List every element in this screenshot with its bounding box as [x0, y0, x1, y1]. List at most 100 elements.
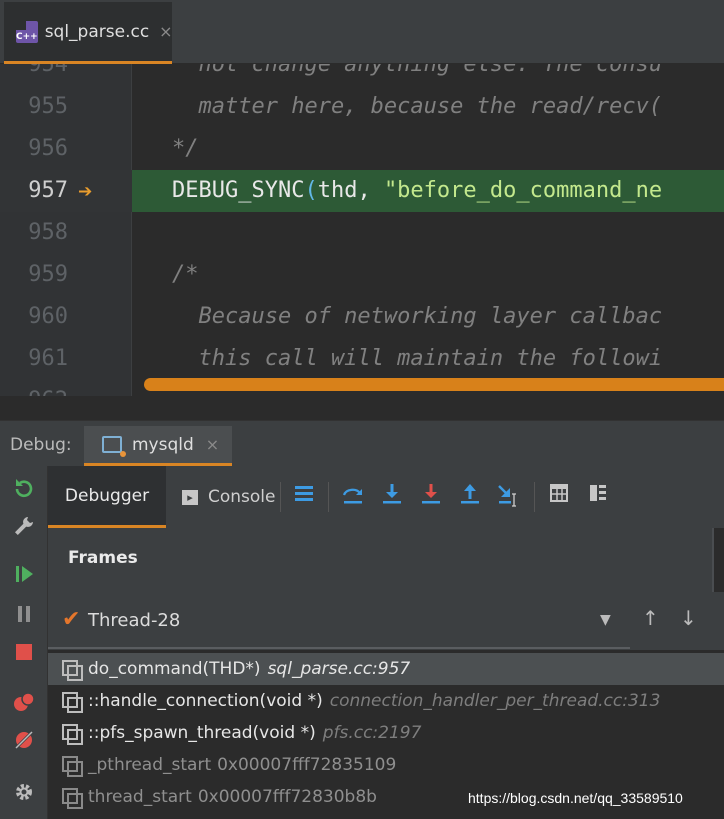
stack-frame-location: connection_handler_per_thread.cc:313: [329, 691, 661, 711]
code-text: Because of networking layer callbac: [172, 296, 662, 338]
code-text: /*: [172, 254, 199, 296]
settings-gear-icon[interactable]: [12, 780, 36, 804]
code-line[interactable]: 954 not change anything else. The consu: [0, 64, 724, 86]
console-icon: ▸: [182, 489, 198, 505]
resume-program-icon[interactable]: [12, 562, 36, 586]
editor-tab-bar: C++ sql_parse.cc ×: [0, 0, 724, 64]
code-line[interactable]: 958: [0, 212, 724, 254]
code-token: (: [304, 178, 318, 203]
code-line[interactable]: 956 */: [0, 128, 724, 170]
frames-header: Frames: [48, 528, 724, 592]
stack-frame-icon: [62, 660, 83, 681]
code-text: this call will maintain the followi: [172, 338, 662, 380]
execution-point-arrow-icon: ➔: [78, 177, 93, 205]
stack-frame[interactable]: do_command(THD*) sql_parse.cc:957: [48, 653, 724, 685]
thread-selector[interactable]: ✔ Thread-28 ▼ ↑ ↓: [48, 592, 724, 650]
step-over-icon[interactable]: [340, 482, 366, 508]
session-window-icon: [102, 436, 126, 457]
stack-frame-icon: [62, 724, 83, 745]
evaluate-expression-icon[interactable]: [546, 482, 572, 508]
variables-panel-edge: [712, 528, 724, 592]
console-tab-label: Console: [208, 487, 276, 507]
thread-suspended-check-icon: ✔: [62, 607, 81, 632]
view-breakpoints-icon[interactable]: [12, 690, 36, 714]
close-session-icon[interactable]: ×: [206, 435, 219, 454]
debug-title: Debug:: [10, 435, 72, 455]
line-number: 960: [28, 304, 68, 329]
code-token: thd,: [317, 178, 384, 203]
stack-frame-location: pfs.cc:2197: [322, 723, 422, 743]
line-number: 955: [28, 94, 68, 119]
code-token: this call will maintain the followi: [172, 346, 663, 371]
editor-tab-sql-parse[interactable]: C++ sql_parse.cc ×: [4, 2, 173, 64]
line-number: 954: [28, 64, 68, 77]
code-editor[interactable]: 954 not change anything else. The consu 9…: [0, 64, 724, 396]
stack-frame[interactable]: ::handle_connection(void *) connection_ha…: [48, 685, 724, 717]
session-label: mysqld: [132, 434, 194, 455]
line-number: 956: [28, 136, 68, 161]
stack-frame-icon: [62, 788, 83, 809]
watermark: https://blog.csdn.net/qq_33589510: [468, 790, 683, 806]
code-line[interactable]: 959 /*: [0, 254, 724, 296]
stack-frame-function: ::pfs_spawn_thread(void *): [88, 723, 316, 743]
thread-label: Thread-28: [88, 610, 181, 631]
code-token: Because of networking layer callbac: [172, 304, 663, 329]
next-frame-arrow-icon[interactable]: ↓: [680, 606, 697, 630]
stack-frame-function: thread_start: [88, 787, 192, 807]
stack-frame-icon: [62, 756, 83, 777]
pause-icon[interactable]: [12, 602, 36, 626]
wrench-icon[interactable]: [12, 514, 36, 538]
code-token: /*: [172, 262, 199, 287]
show-execution-point-icon[interactable]: [291, 482, 317, 508]
toolbar-separator: [280, 482, 281, 512]
line-number: 961: [28, 346, 68, 371]
run-to-cursor-icon[interactable]: [496, 482, 522, 508]
code-line-current[interactable]: 957 ➔ DEBUG_SYNC(thd, "before_do_command_n…: [0, 170, 724, 212]
step-out-icon[interactable]: [457, 482, 483, 508]
debugger-toolbar: Debugger ▸ Console: [48, 466, 724, 528]
mute-breakpoints-icon[interactable]: [12, 728, 36, 752]
rerun-icon[interactable]: [12, 476, 36, 500]
force-step-into-icon[interactable]: [418, 482, 444, 508]
stack-frame[interactable]: _pthread_start 0x00007fff72835109: [48, 749, 724, 781]
close-tab-icon[interactable]: ×: [159, 22, 172, 41]
stack-frame-icon: [62, 692, 83, 713]
thread-selector-underline: [48, 647, 630, 649]
code-token: DEBUG_SYNC: [172, 178, 305, 203]
line-number: 959: [28, 262, 68, 287]
debug-session-tab[interactable]: mysqld ×: [84, 426, 232, 466]
previous-frame-arrow-icon[interactable]: ↑: [642, 606, 659, 630]
frames-title: Frames: [68, 548, 138, 568]
horizontal-scrollbar[interactable]: [144, 378, 724, 391]
code-token: */: [172, 136, 199, 161]
stack-frame-location: sql_parse.cc:957: [267, 659, 411, 679]
editor-tab-label: sql_parse.cc: [44, 21, 150, 42]
stack-frame-function: _pthread_start: [88, 755, 212, 775]
thread-dropdown-arrow-icon[interactable]: ▼: [600, 612, 611, 628]
debug-window-header: Debug: mysqld ×: [0, 420, 724, 466]
code-token: matter here, because the read/recv(: [172, 94, 663, 119]
stack-frame-address: 0x00007fff72830b8b: [197, 787, 377, 807]
tab-debugger[interactable]: Debugger: [48, 466, 166, 528]
stack-frame-address: 0x00007fff72835109: [217, 755, 397, 775]
debug-side-toolbar: [0, 466, 48, 819]
code-text: not change anything else. The consu: [172, 64, 662, 86]
toolbar-separator: [328, 482, 329, 512]
stack-frame-function: do_command(THD*): [88, 659, 261, 679]
layout-settings-icon[interactable]: [585, 482, 611, 508]
line-number: 958: [28, 220, 68, 245]
tab-console[interactable]: ▸ Console: [182, 466, 276, 528]
code-token: not change anything else. The consu: [172, 64, 663, 77]
cpp-file-icon: C++: [16, 20, 38, 43]
toolbar-separator: [534, 482, 535, 512]
frames-panel: Frames ✔ Thread-28 ▼ ↑ ↓ do_command(THD*…: [48, 528, 724, 819]
code-text: */: [172, 128, 199, 170]
stop-icon[interactable]: [12, 640, 36, 664]
code-line[interactable]: 960 Because of networking layer callbac: [0, 296, 724, 338]
code-line[interactable]: 955 matter here, because the read/recv(: [0, 86, 724, 128]
code-line[interactable]: 961 this call will maintain the followi: [0, 338, 724, 380]
code-token: "before_do_command_ne: [383, 178, 663, 203]
step-into-icon[interactable]: [379, 482, 405, 508]
stack-frame-function: ::handle_connection(void *): [88, 691, 323, 711]
stack-frame[interactable]: ::pfs_spawn_thread(void *) pfs.cc:2197: [48, 717, 724, 749]
